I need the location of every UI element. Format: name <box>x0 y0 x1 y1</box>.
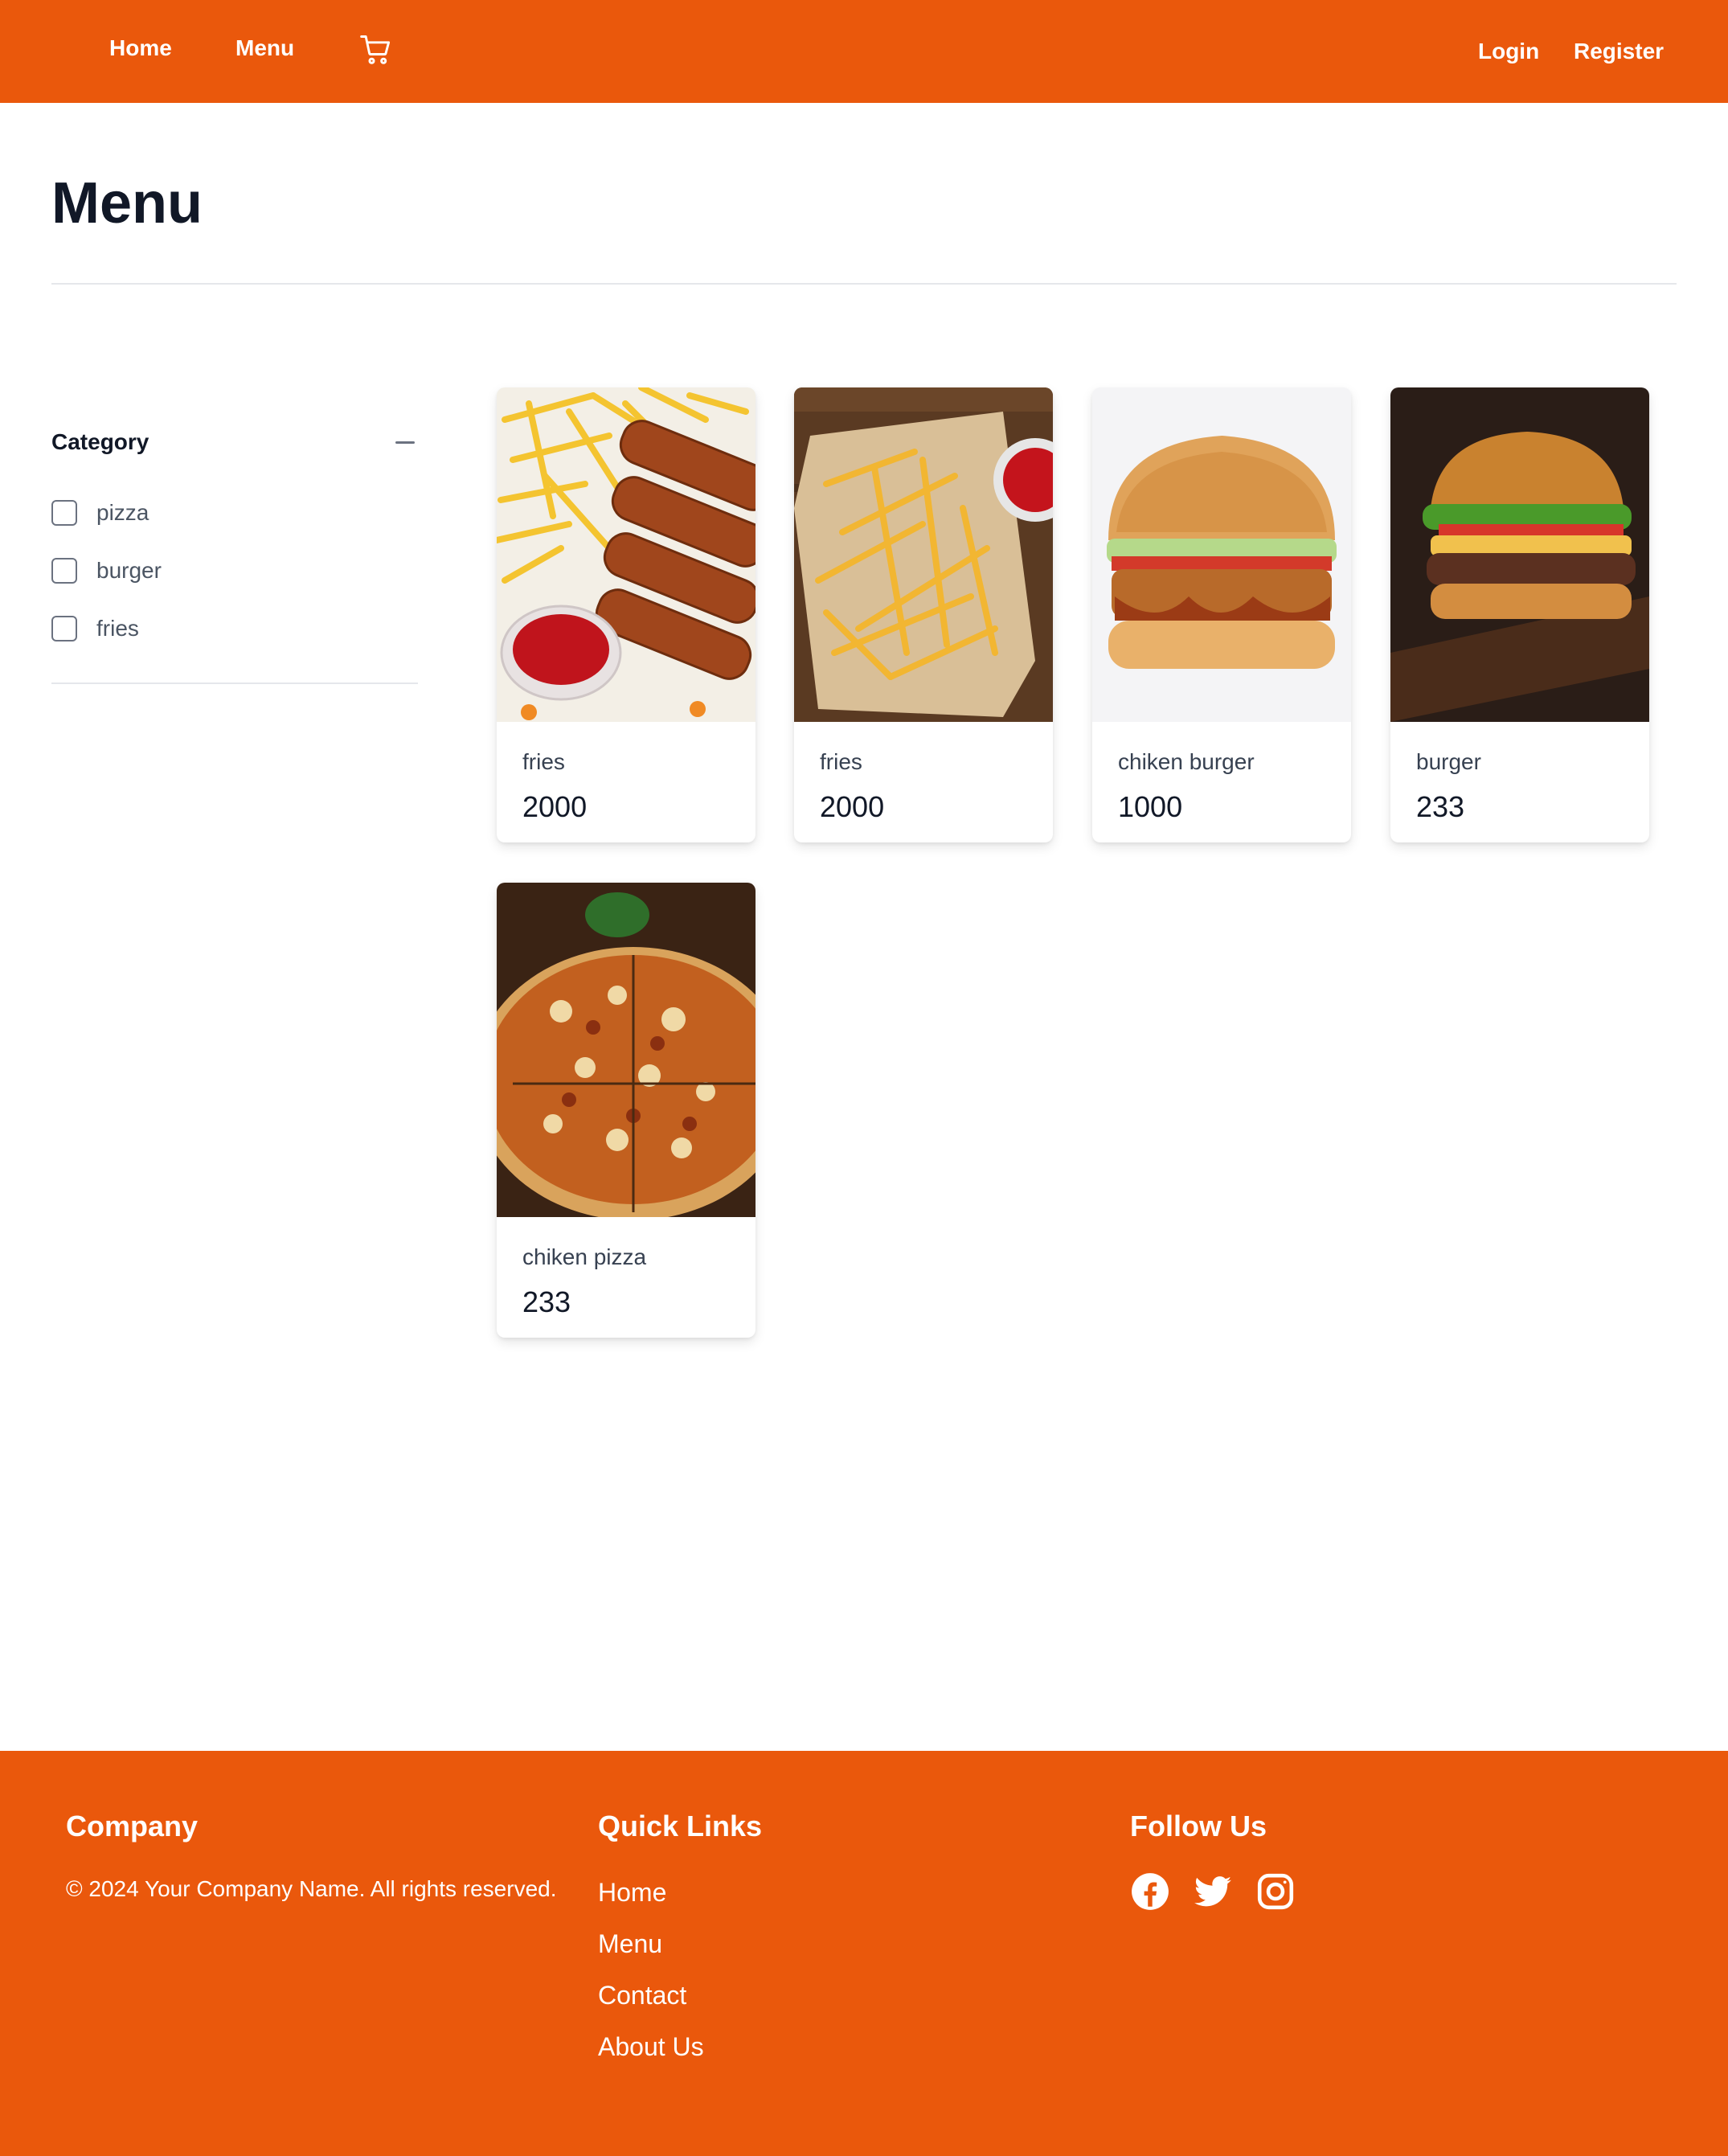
footer-copyright: © 2024 Your Company Name. All rights res… <box>66 1876 557 1901</box>
product-price: 233 <box>522 1285 571 1318</box>
cart-icon[interactable] <box>358 32 394 68</box>
product-name: fries <box>820 749 862 774</box>
product-name: chiken pizza <box>522 1244 647 1269</box>
filter-option-pizza[interactable]: pizza <box>51 497 418 529</box>
filter-label: pizza <box>96 500 149 525</box>
filter-option-burger[interactable]: burger <box>51 555 418 587</box>
product-card[interactable]: fries 2000 <box>794 387 1053 842</box>
product-image-burger <box>1390 387 1649 722</box>
facebook-icon[interactable] <box>1130 1871 1170 1912</box>
product-price: 2000 <box>522 790 588 823</box>
product-image-fries <box>497 387 755 722</box>
login-link[interactable]: Login <box>1478 35 1539 68</box>
footer-follow-heading: Follow Us <box>1130 1810 1267 1842</box>
footer-link-about-us[interactable]: About Us <box>598 2029 704 2064</box>
minus-icon[interactable] <box>392 429 418 455</box>
nav-home-link[interactable]: Home <box>109 32 172 64</box>
top-nav-bar: Home Menu Login Register <box>0 0 1728 103</box>
product-price: 1000 <box>1118 790 1183 823</box>
twitter-icon[interactable] <box>1193 1871 1233 1912</box>
footer-link-home[interactable]: Home <box>598 1875 666 1910</box>
footer-link-contact[interactable]: Contact <box>598 1978 686 2013</box>
filter-label: burger <box>96 558 162 583</box>
title-divider <box>51 283 1677 285</box>
product-price: 2000 <box>820 790 885 823</box>
product-price: 233 <box>1416 790 1465 823</box>
category-filter-header[interactable]: Category <box>51 426 418 458</box>
product-image-fries <box>794 387 1053 722</box>
category-filter-title: Category <box>51 429 149 454</box>
footer: Company © 2024 Your Company Name. All ri… <box>0 1751 1728 2156</box>
footer-link-menu[interactable]: Menu <box>598 1926 662 1961</box>
sidebar-divider <box>51 682 418 684</box>
nav-menu-link[interactable]: Menu <box>235 32 294 64</box>
product-card[interactable]: chiken burger 1000 <box>1092 387 1351 842</box>
filter-checkbox[interactable] <box>51 500 77 526</box>
filter-checkbox[interactable] <box>51 616 77 641</box>
footer-quick-links-heading: Quick Links <box>598 1810 763 1842</box>
product-image-chicken-burger <box>1092 387 1351 722</box>
product-image-chicken-pizza <box>497 883 755 1217</box>
product-name: fries <box>522 749 565 774</box>
product-card[interactable]: chiken pizza 233 <box>497 883 755 1338</box>
product-name: burger <box>1416 749 1481 774</box>
footer-company-heading: Company <box>66 1810 199 1842</box>
filter-label: fries <box>96 616 139 641</box>
product-name: chiken burger <box>1118 749 1255 774</box>
register-link[interactable]: Register <box>1574 35 1664 68</box>
filter-checkbox[interactable] <box>51 558 77 584</box>
page-title: Menu <box>51 171 203 236</box>
filter-option-fries[interactable]: fries <box>51 613 418 645</box>
product-card[interactable]: fries 2000 <box>497 387 755 842</box>
product-card[interactable]: burger 233 <box>1390 387 1649 842</box>
instagram-icon[interactable] <box>1255 1871 1296 1912</box>
